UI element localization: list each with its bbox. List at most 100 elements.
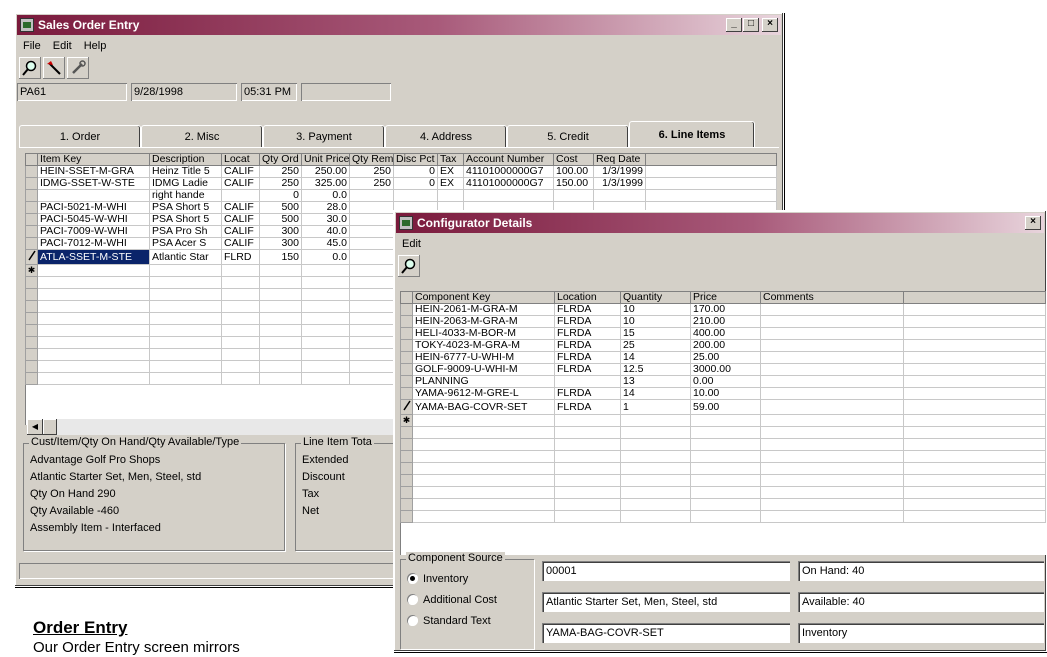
line-item-cell[interactable]: right hande	[149, 189, 222, 202]
line-item-cell[interactable]	[301, 324, 350, 337]
find-button[interactable]	[19, 57, 41, 79]
line-item-column-header[interactable]: Account Number	[463, 153, 554, 166]
component-cell[interactable]	[760, 363, 904, 376]
line-item-cell[interactable]: 30.0	[301, 213, 350, 226]
line-item-cell[interactable]: HEIN-SSET-M-GRA	[37, 165, 150, 178]
line-item-cell[interactable]	[393, 189, 438, 202]
component-cell[interactable]	[690, 498, 761, 511]
line-item-cell[interactable]: 0	[393, 177, 438, 190]
component-cell[interactable]	[690, 510, 761, 523]
component-cell[interactable]	[760, 303, 904, 316]
line-item-column-header[interactable]: Item Key	[37, 153, 150, 166]
row-selector[interactable]	[25, 213, 38, 226]
component-cell[interactable]	[690, 474, 761, 487]
radio-standard-text[interactable]: Standard Text	[407, 610, 534, 631]
line-item-cell[interactable]	[221, 348, 260, 361]
tab-misc[interactable]: 2. Misc	[141, 125, 263, 147]
row-selector[interactable]	[25, 300, 38, 313]
line-item-cell[interactable]	[221, 372, 260, 385]
horizontal-scrollbar[interactable]: ◀	[27, 419, 427, 435]
line-item-cell[interactable]	[149, 276, 222, 289]
component-cell[interactable]: FLRDA	[554, 363, 621, 376]
line-item-cell[interactable]	[259, 324, 302, 337]
component-cell[interactable]	[760, 414, 904, 427]
component-cell[interactable]	[412, 450, 555, 463]
component-cell[interactable]: FLRDA	[554, 387, 621, 400]
component-cell[interactable]: 15	[620, 327, 691, 340]
line-item-cell[interactable]: PSA Pro Sh	[149, 225, 222, 238]
line-item-cell[interactable]: PSA Acer S	[149, 237, 222, 250]
line-item-cell[interactable]: 0.0	[301, 249, 350, 265]
line-item-cell[interactable]	[149, 348, 222, 361]
line-item-cell[interactable]	[259, 276, 302, 289]
row-selector[interactable]	[400, 387, 413, 400]
component-cell[interactable]: 200.00	[690, 339, 761, 352]
row-selector[interactable]	[400, 450, 413, 463]
line-item-cell[interactable]	[149, 264, 222, 277]
pencil-icon[interactable]	[400, 399, 413, 415]
component-cell[interactable]	[412, 462, 555, 475]
scroll-thumb[interactable]	[43, 419, 57, 435]
line-item-cell[interactable]	[553, 189, 594, 202]
component-row[interactable]: HEIN-2063-M-GRA-M FLRDA 10 210.00	[400, 315, 1046, 328]
component-cell[interactable]: 210.00	[690, 315, 761, 328]
line-item-cell[interactable]	[301, 288, 350, 301]
component-cell[interactable]: FLRDA	[554, 303, 621, 316]
component-cell[interactable]	[760, 426, 904, 439]
component-row[interactable]: HELI-4033-M-BOR-M FLRDA 15 400.00	[400, 327, 1046, 340]
component-cell[interactable]: 14	[620, 351, 691, 364]
tab-order[interactable]: 1. Order	[19, 125, 141, 147]
radio-inventory[interactable]: Inventory	[407, 568, 534, 589]
new-row-icon[interactable]: ✱	[400, 414, 413, 427]
row-selector[interactable]	[400, 462, 413, 475]
component-cell[interactable]: HEIN-6777-U-WHI-M	[412, 351, 555, 364]
component-cell[interactable]	[760, 399, 904, 415]
line-item-row[interactable]: right hande 0 0.0	[25, 189, 777, 202]
row-selector[interactable]	[400, 327, 413, 340]
component-column-header[interactable]: Comments	[760, 291, 904, 304]
radio-additional-cost-dot[interactable]	[407, 594, 418, 605]
component-cell[interactable]	[412, 510, 555, 523]
component-cell[interactable]	[690, 438, 761, 451]
line-item-cell[interactable]	[259, 336, 302, 349]
source-description-field[interactable]: Atlantic Starter Set, Men, Steel, std	[542, 592, 790, 612]
component-cell[interactable]	[554, 375, 621, 388]
line-item-column-header[interactable]: Locat	[221, 153, 260, 166]
component-cell[interactable]	[620, 414, 691, 427]
line-item-cell[interactable]: 300	[259, 225, 302, 238]
component-cell[interactable]	[620, 462, 691, 475]
component-cell[interactable]	[554, 426, 621, 439]
line-item-cell[interactable]: 1/3/1999	[593, 165, 646, 178]
line-item-cell[interactable]: 250	[259, 177, 302, 190]
line-item-cell[interactable]	[437, 189, 464, 202]
component-cell[interactable]: YAMA-BAG-COVR-SET	[412, 399, 555, 415]
line-item-cell[interactable]	[221, 276, 260, 289]
component-cell[interactable]: 1	[620, 399, 691, 415]
menu-file[interactable]: File	[23, 40, 41, 52]
component-cell[interactable]	[760, 375, 904, 388]
line-item-cell[interactable]: ATLA-SSET-M-STE	[37, 249, 150, 265]
component-cell[interactable]: 25	[620, 339, 691, 352]
line-item-cell[interactable]	[301, 276, 350, 289]
row-selector[interactable]	[25, 336, 38, 349]
line-item-cell[interactable]: 1/3/1999	[593, 177, 646, 190]
line-item-cell[interactable]: 250	[349, 165, 394, 178]
line-item-cell[interactable]: 325.00	[301, 177, 350, 190]
component-column-header[interactable]: Quantity	[620, 291, 691, 304]
component-cell[interactable]	[620, 438, 691, 451]
line-item-cell[interactable]	[259, 264, 302, 277]
component-cell[interactable]: 10	[620, 303, 691, 316]
row-selector[interactable]	[400, 486, 413, 499]
component-row[interactable]: HEIN-2061-M-GRA-M FLRDA 10 170.00	[400, 303, 1046, 316]
line-item-cell[interactable]	[349, 225, 394, 238]
line-item-cell[interactable]	[259, 360, 302, 373]
line-item-cell[interactable]	[349, 276, 394, 289]
component-cell[interactable]	[620, 474, 691, 487]
line-item-cell[interactable]	[37, 360, 150, 373]
line-item-cell[interactable]: Atlantic Star	[149, 249, 222, 265]
row-selector[interactable]	[25, 177, 38, 190]
line-item-cell[interactable]	[349, 324, 394, 337]
row-selector[interactable]	[25, 201, 38, 214]
row-selector[interactable]	[25, 189, 38, 202]
component-cell[interactable]: FLRDA	[554, 315, 621, 328]
